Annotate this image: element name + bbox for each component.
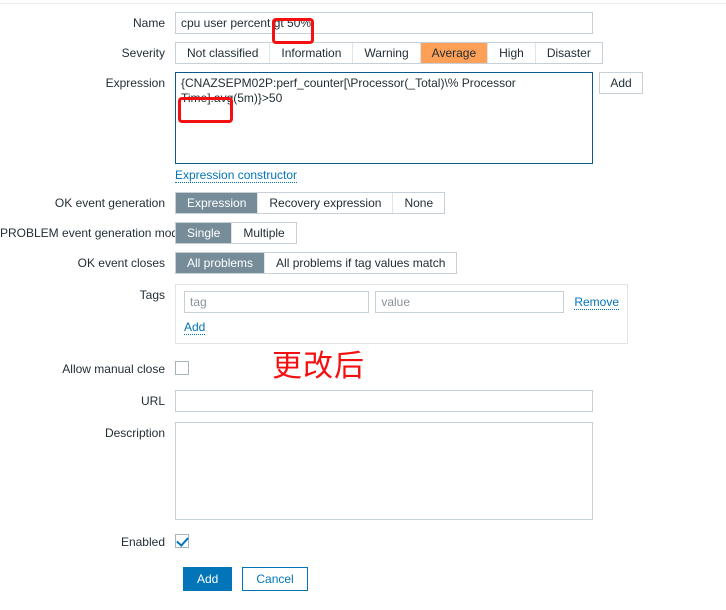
problem-event-generation-mode-radio-group[interactable]: Single Multiple <box>175 222 297 244</box>
description-field-container <box>175 422 726 523</box>
ok-event-generation-option-recovery-expression[interactable]: Recovery expression <box>258 193 394 213</box>
enabled-label: Enabled <box>120 535 165 549</box>
expression-textarea[interactable] <box>175 72 593 164</box>
form-row-enabled: Enabled <box>0 531 726 553</box>
severity-option-not-classified[interactable]: Not classified <box>176 43 271 63</box>
allow-manual-close-field-container <box>175 358 726 375</box>
form-row-url: URL <box>0 390 726 412</box>
severity-radio-group[interactable]: Not classified Information Warning Avera… <box>175 42 603 64</box>
tag-row: Remove <box>184 291 619 313</box>
form-footer: Add Cancel <box>183 567 726 591</box>
tag-value-input[interactable] <box>375 291 565 313</box>
tags-field-container: Remove Add <box>175 284 726 344</box>
enabled-field-container <box>175 531 726 548</box>
ok-event-closes-option-all-problems-tag-match[interactable]: All problems if tag values match <box>265 253 457 273</box>
name-label: Name <box>132 16 165 30</box>
form-row-tags: Tags Remove Add <box>0 284 726 344</box>
ok-event-closes-option-all-problems[interactable]: All problems <box>176 253 266 273</box>
expression-constructor-link[interactable]: Expression constructor <box>175 168 298 183</box>
ok-event-generation-option-expression[interactable]: Expression <box>176 193 259 213</box>
description-textarea[interactable] <box>175 422 593 520</box>
ok-event-closes-label: OK event closes <box>77 256 165 270</box>
allow-manual-close-label: Allow manual close <box>62 362 165 376</box>
enabled-checkbox[interactable] <box>175 534 189 548</box>
form-row-description: Description <box>0 422 726 523</box>
form-row-ok-event-closes: OK event closes All problems All problem… <box>0 252 726 274</box>
expression-label: Expression <box>105 76 165 90</box>
form-row-allow-manual-close: Allow manual close <box>0 358 726 380</box>
severity-option-information[interactable]: Information <box>270 43 354 63</box>
ok-event-generation-label: OK event generation <box>54 196 165 210</box>
tag-name-input[interactable] <box>184 291 370 313</box>
problem-event-generation-mode-label: PROBLEM event generation mode <box>0 226 185 240</box>
tag-remove-link[interactable]: Remove <box>574 295 619 310</box>
severity-option-high[interactable]: High <box>488 43 536 63</box>
tags-label: Tags <box>139 288 165 302</box>
form-row-name: Name <box>0 12 726 34</box>
severity-field-container: Not classified Information Warning Avera… <box>175 42 726 64</box>
problem-event-generation-mode-field-container: Single Multiple <box>175 222 726 244</box>
cancel-button[interactable]: Cancel <box>242 567 308 591</box>
problem-event-generation-mode-option-multiple[interactable]: Multiple <box>232 223 296 243</box>
name-field-container <box>175 12 726 34</box>
ok-event-closes-field-container: All problems All problems if tag values … <box>175 252 726 274</box>
expression-constructor-row: Expression constructor <box>175 168 726 183</box>
form-row-ok-event-generation: OK event generation Expression Recovery … <box>0 192 726 214</box>
submit-add-button[interactable]: Add <box>183 567 233 591</box>
page-top-divider <box>0 3 726 4</box>
severity-option-warning[interactable]: Warning <box>353 43 421 63</box>
ok-event-generation-radio-group[interactable]: Expression Recovery expression None <box>175 192 446 214</box>
ok-event-generation-field-container: Expression Recovery expression None <box>175 192 726 214</box>
trigger-config-form: Name Severity Not classified Information… <box>0 12 726 591</box>
form-row-problem-event-generation-mode: PROBLEM event generation mode Single Mul… <box>0 222 726 244</box>
severity-label: Severity <box>121 46 165 60</box>
url-input[interactable] <box>175 390 593 412</box>
problem-event-generation-mode-option-single[interactable]: Single <box>176 223 233 243</box>
description-label: Description <box>104 426 165 440</box>
tag-add-link[interactable]: Add <box>184 320 206 335</box>
ok-event-generation-option-none[interactable]: None <box>393 193 445 213</box>
allow-manual-close-checkbox[interactable] <box>175 361 189 375</box>
form-row-severity: Severity Not classified Information Warn… <box>0 42 726 64</box>
url-field-container <box>175 390 726 412</box>
expression-add-button[interactable]: Add <box>599 72 643 94</box>
expression-field-container: Add Expression constructor <box>175 72 726 183</box>
name-input[interactable] <box>175 12 593 34</box>
ok-event-closes-radio-group[interactable]: All problems All problems if tag values … <box>175 252 458 274</box>
form-row-expression: Expression Add Expression constructor <box>0 72 726 183</box>
severity-option-average[interactable]: Average <box>420 43 489 63</box>
url-label: URL <box>140 394 165 408</box>
expression-row: Add <box>175 72 726 164</box>
severity-option-disaster[interactable]: Disaster <box>535 43 602 63</box>
tags-box: Remove Add <box>175 284 628 344</box>
